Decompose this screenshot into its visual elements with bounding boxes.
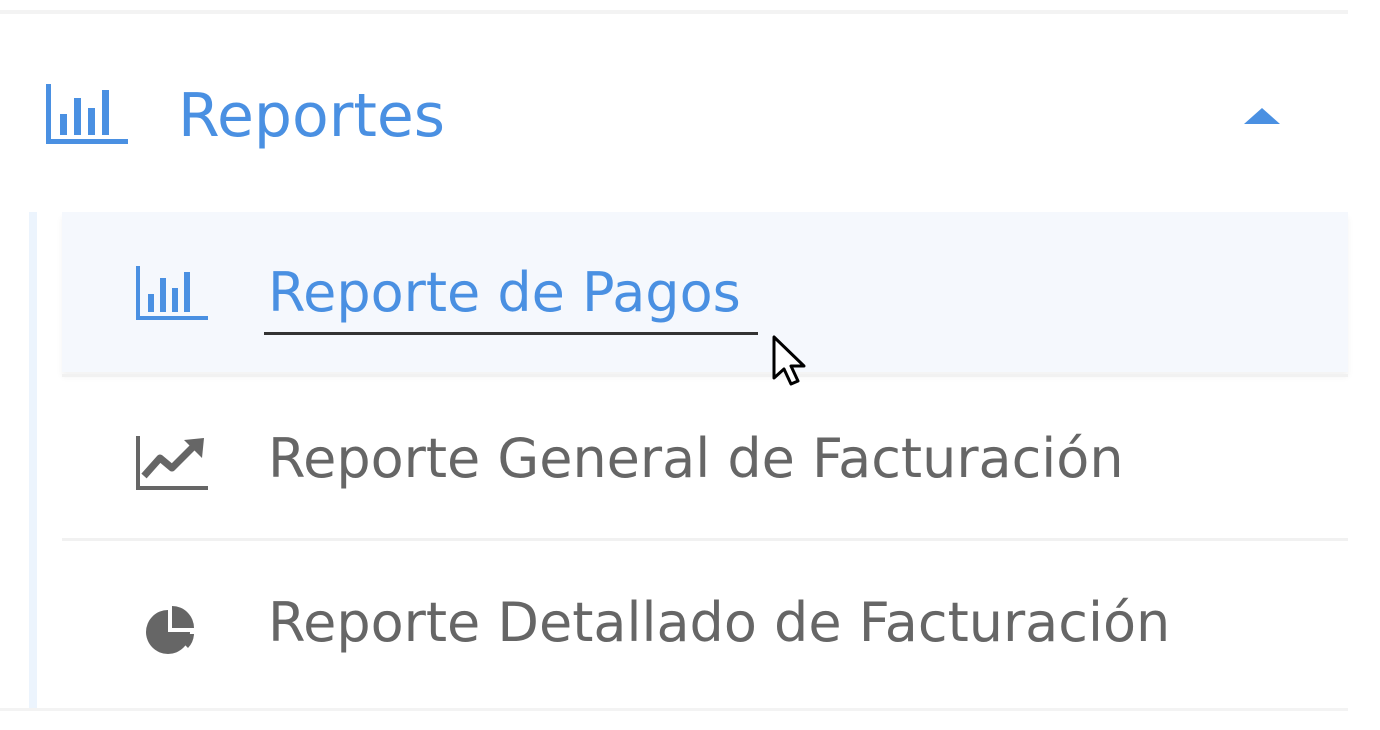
reports-submenu: Reporte de Pagos Reporte General de Fact… xyxy=(0,212,1348,708)
top-divider xyxy=(0,10,1348,14)
pie-chart-icon xyxy=(146,606,194,654)
item-divider xyxy=(62,374,1348,377)
reports-section-title: Reportes xyxy=(178,81,446,151)
submenu-rail xyxy=(29,212,37,708)
bar-chart-icon xyxy=(46,84,128,144)
bar-chart-icon xyxy=(136,266,208,320)
line-chart-icon xyxy=(136,436,208,490)
menu-item-reporte-de-pagos[interactable]: Reporte de Pagos xyxy=(62,212,1348,372)
mouse-cursor-icon xyxy=(772,335,806,386)
caret-up-icon[interactable] xyxy=(1242,106,1282,126)
menu-item-reporte-general-facturacion[interactable]: Reporte General de Facturación xyxy=(62,378,1348,538)
item-divider xyxy=(62,538,1348,541)
reports-section-header[interactable]: Reportes xyxy=(0,58,1348,178)
menu-item-reporte-detallado-facturacion[interactable]: Reporte Detallado de Facturación xyxy=(62,542,1348,706)
menu-item-label: Reporte Detallado de Facturación xyxy=(268,591,1171,654)
link-underline xyxy=(264,332,758,335)
reports-menu: Reportes Reporte de Pagos Reporte Genera… xyxy=(0,0,1380,730)
menu-item-label: Reporte de Pagos xyxy=(268,261,741,324)
bottom-divider xyxy=(0,708,1348,711)
menu-item-label: Reporte General de Facturación xyxy=(268,427,1124,490)
